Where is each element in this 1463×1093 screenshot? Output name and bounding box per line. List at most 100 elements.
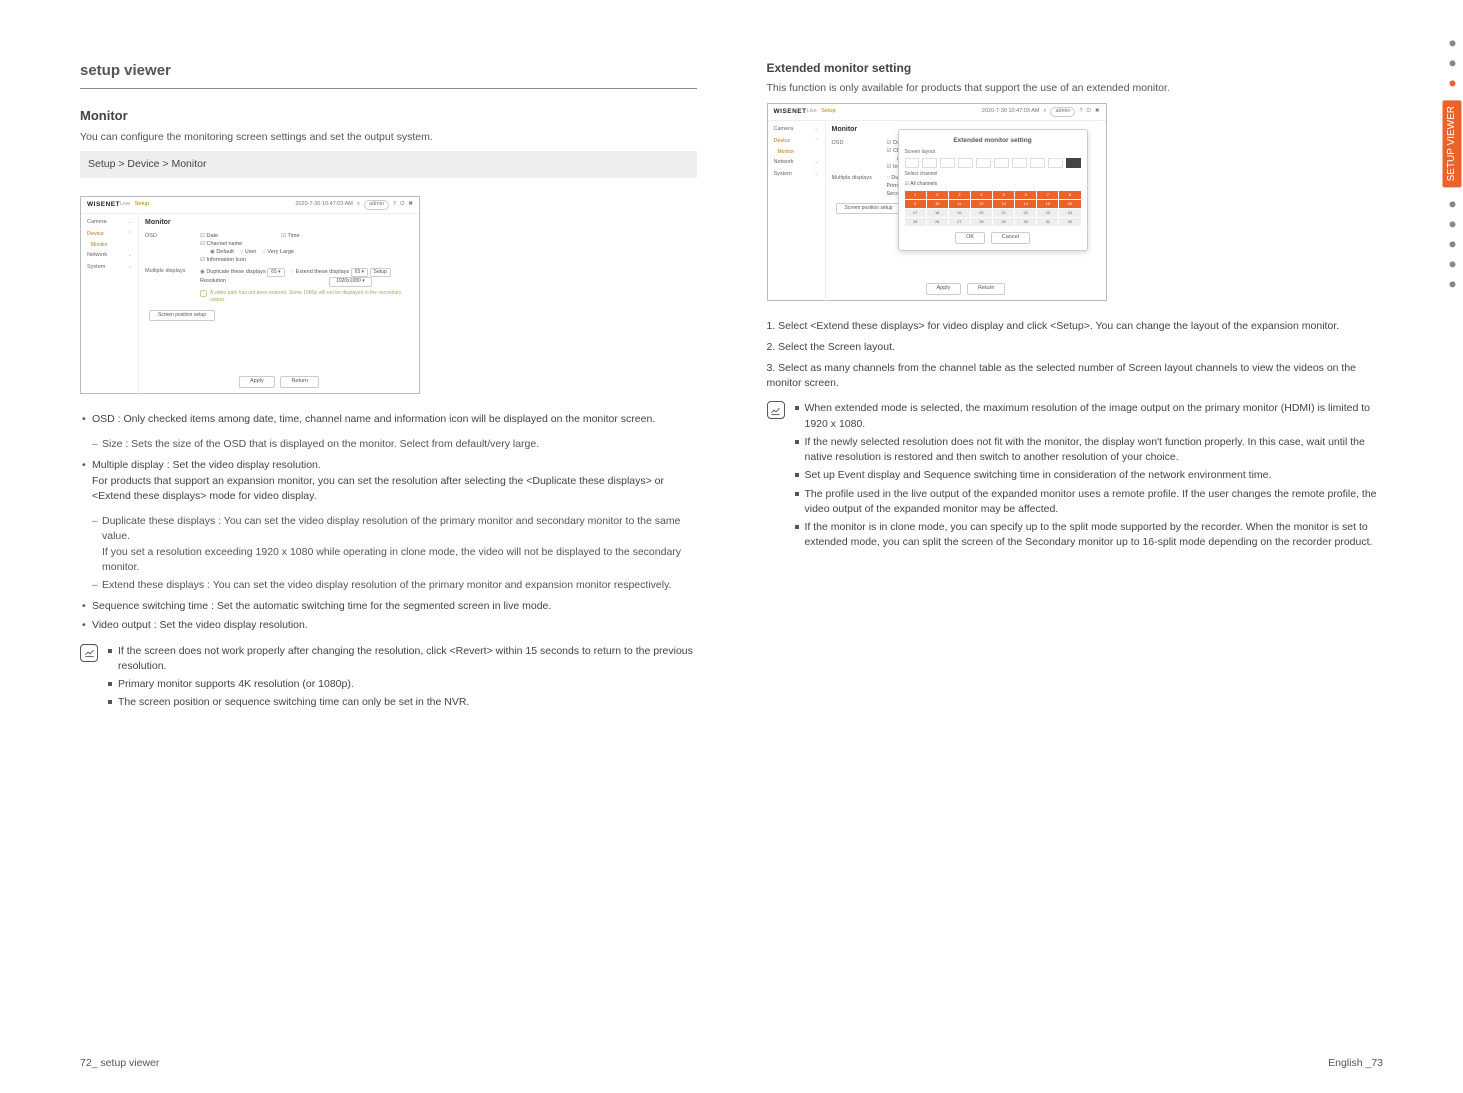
sidebar-item-camera[interactable]: Camera⌄ xyxy=(768,124,825,136)
exit-icon[interactable]: ✖ xyxy=(408,201,413,209)
power-icon[interactable]: ⏻ xyxy=(400,201,404,209)
osd-time-checkbox[interactable]: Time xyxy=(281,233,299,239)
channel-grid: 12345678 910111213141516 171819202122232… xyxy=(905,191,1081,226)
dup-setup-button[interactable]: 65 ▾ xyxy=(267,268,284,277)
ext-more-button[interactable]: Setup xyxy=(370,268,391,277)
ch-cell[interactable]: 22 xyxy=(1015,209,1036,217)
sidebar-item-network[interactable]: Network⌄ xyxy=(768,157,825,169)
ch-cell[interactable]: 8 xyxy=(1059,191,1080,199)
size-vlarge-radio[interactable]: Very Large xyxy=(263,249,294,255)
sidebar-item-device[interactable]: Device⌃ xyxy=(81,229,138,241)
ch-cell[interactable]: 27 xyxy=(949,218,970,226)
ch-cell[interactable]: 6 xyxy=(1015,191,1036,199)
extend-radio[interactable]: Extend these displays xyxy=(291,269,349,275)
layout-5[interactable] xyxy=(976,158,991,168)
sidebar-item-camera[interactable]: Camera⌄ xyxy=(81,217,138,229)
setup-link[interactable]: Setup xyxy=(821,108,835,114)
ch-cell[interactable]: 4 xyxy=(971,191,992,199)
sidebar-item-system[interactable]: System⌄ xyxy=(81,262,138,274)
layout-9[interactable] xyxy=(1048,158,1063,168)
ch-cell[interactable]: 20 xyxy=(971,209,992,217)
search-icon[interactable]: ⌕ xyxy=(357,201,360,209)
ch-cell[interactable]: 15 xyxy=(1037,200,1058,208)
ch-cell[interactable]: 25 xyxy=(905,218,926,226)
size-default-radio[interactable]: Default xyxy=(210,249,234,255)
sidebar-item-system[interactable]: System⌄ xyxy=(768,169,825,181)
screen-position-button[interactable]: Screen position setup xyxy=(836,203,902,214)
ch-cell[interactable]: 16 xyxy=(1059,200,1080,208)
power-icon[interactable]: ⏻ xyxy=(1087,108,1091,116)
ch-cell[interactable]: 29 xyxy=(993,218,1014,226)
ch-cell[interactable]: 9 xyxy=(905,200,926,208)
ch-cell[interactable]: 26 xyxy=(927,218,948,226)
ext-setup-button[interactable]: 65 ▾ xyxy=(351,268,368,277)
osd-date-checkbox[interactable]: Date xyxy=(200,233,218,239)
monitor-heading: Monitor xyxy=(80,107,697,126)
ch-cell[interactable]: 32 xyxy=(1059,218,1080,226)
layout-8[interactable] xyxy=(1030,158,1045,168)
duplicate-radio[interactable]: Duplicate these displays xyxy=(200,269,266,275)
ch-cell[interactable]: 13 xyxy=(993,200,1014,208)
ch-cell[interactable]: 18 xyxy=(927,209,948,217)
layout-3[interactable] xyxy=(940,158,955,168)
ch-cell[interactable]: 12 xyxy=(971,200,992,208)
all-channels-checkbox[interactable]: All channels xyxy=(905,181,938,187)
osd-info-checkbox[interactable]: Information Icon xyxy=(200,257,246,263)
apply-button[interactable]: Apply xyxy=(239,376,275,388)
warning-icon: ! xyxy=(200,290,207,297)
resolution-select[interactable]: 1920x1080 ▾ xyxy=(329,277,372,286)
screenshot-extended: WISENET Live Setup 2020-7-30 10:47:03 AM… xyxy=(767,103,1107,301)
layout-1[interactable] xyxy=(905,158,920,168)
popup-ok-button[interactable]: OK xyxy=(955,232,985,244)
osd-channel-checkbox[interactable]: Channel name xyxy=(200,241,242,247)
exit-icon[interactable]: ✖ xyxy=(1095,108,1100,116)
ch-cell[interactable]: 14 xyxy=(1015,200,1036,208)
ch-cell[interactable]: 10 xyxy=(927,200,948,208)
popup-title: Extended monitor setting xyxy=(905,136,1081,145)
ch-cell[interactable]: 28 xyxy=(971,218,992,226)
osd-label: OSD xyxy=(145,233,200,241)
ch-cell[interactable]: 2 xyxy=(927,191,948,199)
live-link[interactable]: Live xyxy=(120,201,130,207)
setup-link[interactable]: Setup xyxy=(135,201,149,207)
live-link[interactable]: Live xyxy=(807,108,817,114)
screen-position-button[interactable]: Screen position setup xyxy=(149,310,215,321)
ch-cell[interactable]: 21 xyxy=(993,209,1014,217)
ch-cell[interactable]: 19 xyxy=(949,209,970,217)
popup-cancel-button[interactable]: Cancel xyxy=(991,232,1030,244)
layout-6[interactable] xyxy=(994,158,1009,168)
user-pill[interactable]: admin xyxy=(364,200,389,210)
sidebar-item-monitor[interactable]: Monitor xyxy=(768,148,825,157)
return-button[interactable]: Return xyxy=(280,376,319,388)
layout-16[interactable] xyxy=(1066,158,1081,168)
return-button[interactable]: Return xyxy=(967,283,1006,295)
help-icon[interactable]: ? xyxy=(393,201,396,209)
ext-desc: This function is only available for prod… xyxy=(767,81,1384,96)
select-ch-label: Select channel xyxy=(905,171,1081,178)
layout-4[interactable] xyxy=(958,158,973,168)
ch-cell[interactable]: 7 xyxy=(1037,191,1058,199)
help-icon[interactable]: ? xyxy=(1079,108,1082,116)
tab-dot xyxy=(1449,201,1455,207)
layout-2[interactable] xyxy=(922,158,937,168)
tab-dot xyxy=(1449,60,1455,66)
sidebar-item-network[interactable]: Network⌄ xyxy=(81,250,138,262)
ch-cell[interactable]: 3 xyxy=(949,191,970,199)
shot-main: Monitor OSD Date Time Channel name Defau… xyxy=(139,214,419,394)
warning-text: A video path has not been entered. Some … xyxy=(210,290,413,305)
ch-cell[interactable]: 17 xyxy=(905,209,926,217)
size-user-radio[interactable]: User xyxy=(240,249,256,255)
user-pill[interactable]: admin xyxy=(1050,107,1075,117)
sidebar-item-device[interactable]: Device⌃ xyxy=(768,136,825,148)
ch-cell[interactable]: 24 xyxy=(1059,209,1080,217)
ch-cell[interactable]: 11 xyxy=(949,200,970,208)
layout-7[interactable] xyxy=(1012,158,1027,168)
search-icon[interactable]: ⌕ xyxy=(1043,108,1046,116)
ch-cell[interactable]: 1 xyxy=(905,191,926,199)
ch-cell[interactable]: 23 xyxy=(1037,209,1058,217)
sidebar-item-monitor[interactable]: Monitor xyxy=(81,241,138,250)
ch-cell[interactable]: 5 xyxy=(993,191,1014,199)
ch-cell[interactable]: 30 xyxy=(1015,218,1036,226)
ch-cell[interactable]: 31 xyxy=(1037,218,1058,226)
apply-button[interactable]: Apply xyxy=(926,283,962,295)
